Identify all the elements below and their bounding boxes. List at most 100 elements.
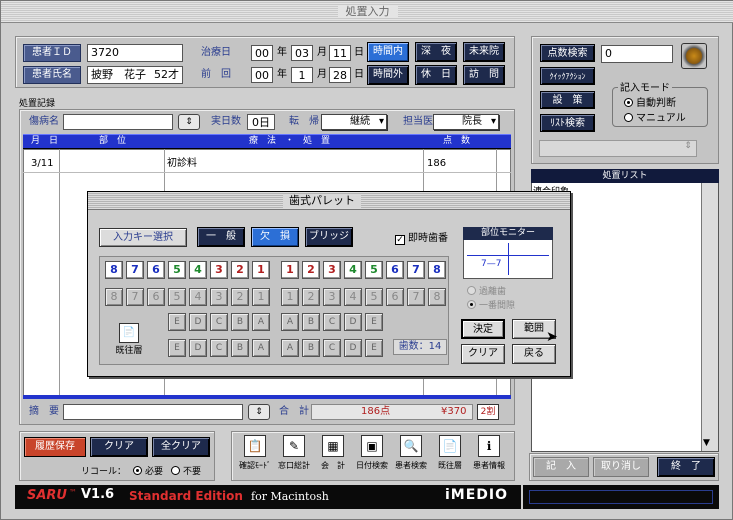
tooth-upper-right[interactable]: 3 bbox=[210, 261, 228, 279]
deciduous-lower-right[interactable]: E bbox=[168, 339, 186, 357]
toolbar-calendar-button[interactable]: ▣ 日付検索 bbox=[353, 435, 391, 481]
tooth-lower-left[interactable]: 6 bbox=[386, 288, 404, 306]
prev-month[interactable]: 1 bbox=[291, 67, 313, 83]
tooth-lower-left[interactable]: 8 bbox=[428, 288, 446, 306]
tooth-upper-left[interactable]: 1 bbox=[281, 261, 299, 279]
right-dropdown[interactable] bbox=[539, 140, 697, 157]
tooth-lower-right[interactable]: 3 bbox=[210, 288, 228, 306]
pencil-icon[interactable]: ✎ bbox=[283, 435, 305, 457]
doctor-select[interactable]: 院長 bbox=[433, 114, 499, 130]
radio-off-icon[interactable] bbox=[467, 286, 476, 295]
ratio-badge[interactable]: 2割 bbox=[477, 404, 499, 420]
deciduous-lower-left[interactable]: D bbox=[344, 339, 362, 357]
radio-off-icon[interactable] bbox=[624, 113, 633, 122]
tooth-upper-left[interactable]: 2 bbox=[302, 261, 320, 279]
settings-button[interactable]: 設 策 bbox=[540, 91, 595, 109]
tooth-lower-right[interactable]: 1 bbox=[252, 288, 270, 306]
decide-button[interactable]: 決定 bbox=[461, 319, 505, 339]
deciduous-upper-left[interactable]: B bbox=[302, 313, 320, 331]
list-search-button[interactable]: ﾘｽﾄ検索 bbox=[540, 114, 595, 132]
deciduous-lower-left[interactable]: B bbox=[302, 339, 320, 357]
missing-button[interactable]: 欠 損 bbox=[251, 227, 299, 247]
tooth-upper-right[interactable]: 5 bbox=[168, 261, 186, 279]
gold-coin-icon[interactable] bbox=[681, 43, 707, 69]
deciduous-upper-right[interactable]: D bbox=[189, 313, 207, 331]
bridge-button[interactable]: ブリッジ bbox=[305, 227, 353, 247]
toolbar-pencil-button[interactable]: ✎ 窓口総計 bbox=[275, 435, 313, 481]
late-night-button[interactable]: 深 夜 bbox=[415, 42, 457, 62]
back-button[interactable]: 戻る bbox=[512, 344, 556, 364]
tooth-upper-right[interactable]: 6 bbox=[147, 261, 165, 279]
list-scrollbar[interactable] bbox=[701, 183, 718, 451]
onecol-radio[interactable]: 一番間隙 bbox=[467, 298, 515, 314]
toolbar-calculator-button[interactable]: ▦ 会 計 bbox=[314, 435, 352, 481]
clear-all-button[interactable]: 全クリア bbox=[152, 437, 210, 457]
row-points[interactable]: 186 bbox=[427, 156, 446, 172]
tooth-lower-left[interactable]: 7 bbox=[407, 288, 425, 306]
deciduous-upper-left[interactable]: D bbox=[344, 313, 362, 331]
toolbar-patient-search-button[interactable]: 🔍 患者検索 bbox=[392, 435, 430, 481]
toolbar-clipboard-button[interactable]: 📋 確認ﾓｰﾄﾞ bbox=[236, 435, 274, 481]
prev-era[interactable]: 00 bbox=[251, 67, 273, 83]
history-tool[interactable]: 📄 既往層 bbox=[115, 323, 143, 357]
check-icon[interactable]: ✓ bbox=[395, 235, 405, 245]
radio-on-icon[interactable] bbox=[467, 300, 476, 309]
tooth-upper-right[interactable]: 2 bbox=[231, 261, 249, 279]
clipboard-icon[interactable]: 📋 bbox=[244, 435, 266, 457]
holiday-button[interactable]: 休 日 bbox=[415, 65, 457, 85]
tooth-upper-right[interactable]: 4 bbox=[189, 261, 207, 279]
patient-search-icon[interactable]: 🔍 bbox=[400, 435, 422, 457]
manual-radio[interactable]: マニュアル bbox=[624, 111, 686, 127]
input-key-select-button[interactable]: 入力キー選択 bbox=[99, 228, 187, 247]
radio-on-icon[interactable] bbox=[624, 98, 633, 107]
summary-stepper[interactable]: ⇕ bbox=[248, 404, 270, 420]
history-icon[interactable]: 📄 bbox=[439, 435, 461, 457]
tooth-lower-right[interactable]: 8 bbox=[105, 288, 123, 306]
tooth-lower-right[interactable]: 2 bbox=[231, 288, 249, 306]
patient-id-input[interactable]: 3720 bbox=[87, 44, 183, 62]
points-search-button[interactable]: 点数検索 bbox=[540, 44, 595, 62]
scroll-down-icon[interactable]: ▼ bbox=[703, 438, 710, 448]
outcome-select[interactable]: 継続 bbox=[321, 114, 387, 130]
tooth-upper-left[interactable]: 3 bbox=[323, 261, 341, 279]
tooth-lower-left[interactable]: 2 bbox=[302, 288, 320, 306]
not-visited-button[interactable]: 未来院 bbox=[463, 42, 505, 62]
tooth-upper-left[interactable]: 8 bbox=[428, 261, 446, 279]
tooth-lower-right[interactable]: 5 bbox=[168, 288, 186, 306]
actual-days-input[interactable]: 0日 bbox=[247, 114, 275, 130]
deciduous-upper-right[interactable]: E bbox=[168, 313, 186, 331]
calendar-icon[interactable]: ▣ bbox=[361, 435, 383, 457]
tooth-upper-left[interactable]: 5 bbox=[365, 261, 383, 279]
deciduous-lower-right[interactable]: D bbox=[189, 339, 207, 357]
deciduous-upper-right[interactable]: C bbox=[210, 313, 228, 331]
cancel-button[interactable]: 取り消し bbox=[593, 457, 649, 477]
dropdown-arrow-icon[interactable]: ⇕ bbox=[681, 141, 695, 156]
quick-action-button[interactable]: ｸｲｯｸｱｸｼｮﾝ bbox=[540, 67, 595, 85]
recall-required-radio[interactable]: 必要 bbox=[133, 464, 163, 480]
deciduous-lower-right[interactable]: B bbox=[231, 339, 249, 357]
tooth-lower-right[interactable]: 7 bbox=[126, 288, 144, 306]
enter-button[interactable]: 記 入 bbox=[533, 457, 589, 477]
visit-day[interactable]: 11 bbox=[329, 45, 351, 61]
row-date[interactable]: 3/11 bbox=[31, 156, 53, 172]
deciduous-upper-right[interactable]: A bbox=[252, 313, 270, 331]
tooth-upper-left[interactable]: 4 bbox=[344, 261, 362, 279]
deciduous-upper-left[interactable]: A bbox=[281, 313, 299, 331]
points-input[interactable]: 0 bbox=[601, 45, 673, 63]
calculator-icon[interactable]: ▦ bbox=[322, 435, 344, 457]
row-treatment[interactable]: 初診料 bbox=[167, 156, 197, 172]
tooth-lower-left[interactable]: 1 bbox=[281, 288, 299, 306]
deciduous-lower-right[interactable]: C bbox=[210, 339, 228, 357]
tooth-upper-right[interactable]: 1 bbox=[252, 261, 270, 279]
deciduous-lower-right[interactable]: A bbox=[252, 339, 270, 357]
in-hours-button[interactable]: 時間内 bbox=[367, 42, 409, 62]
tooth-lower-left[interactable]: 4 bbox=[344, 288, 362, 306]
general-button[interactable]: 一 般 bbox=[197, 227, 245, 247]
deciduous-upper-right[interactable]: B bbox=[231, 313, 249, 331]
save-history-button[interactable]: 履歴保存 bbox=[24, 437, 86, 457]
after-hours-button[interactable]: 時間外 bbox=[367, 65, 409, 85]
summary-input[interactable] bbox=[63, 404, 243, 420]
finish-button[interactable]: 終 了 bbox=[657, 457, 715, 477]
tooth-upper-right[interactable]: 7 bbox=[126, 261, 144, 279]
prev-day[interactable]: 28 bbox=[329, 67, 351, 83]
